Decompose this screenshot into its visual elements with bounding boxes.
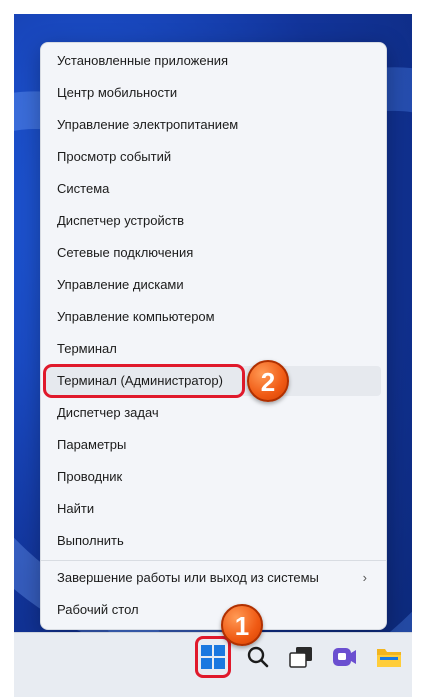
windows-start-icon[interactable] [201, 645, 225, 674]
menu-item-shutdown-signout[interactable]: Завершение работы или выход из системы › [45, 563, 381, 593]
menu-item-search[interactable]: Найти [45, 494, 381, 524]
chat-icon[interactable] [331, 645, 357, 674]
menu-item-terminal[interactable]: Терминал [45, 334, 381, 364]
highlight-outline-terminal-admin [43, 364, 245, 398]
menu-item-computer-management[interactable]: Управление компьютером [45, 302, 381, 332]
menu-item-event-viewer[interactable]: Просмотр событий [45, 142, 381, 172]
menu-item-installed-apps[interactable]: Установленные приложения [45, 46, 381, 76]
menu-item-file-explorer[interactable]: Проводник [45, 462, 381, 492]
menu-item-mobility-center[interactable]: Центр мобильности [45, 78, 381, 108]
search-icon[interactable] [246, 645, 270, 674]
menu-item-run[interactable]: Выполнить [45, 526, 381, 556]
step-badge-1: 1 [221, 604, 263, 646]
menu-item-device-manager[interactable]: Диспетчер устройств [45, 206, 381, 236]
menu-separator [41, 560, 386, 561]
menu-item-network-connections[interactable]: Сетевые подключения [45, 238, 381, 268]
menu-item-system[interactable]: Система [45, 174, 381, 204]
menu-item-task-manager[interactable]: Диспетчер задач [45, 398, 381, 428]
menu-item-settings[interactable]: Параметры [45, 430, 381, 460]
menu-item-desktop[interactable]: Рабочий стол [45, 595, 381, 625]
quick-link-menu: Установленные приложения Центр мобильнос… [40, 42, 387, 630]
task-view-icon[interactable] [288, 645, 314, 674]
menu-item-power-options[interactable]: Управление электропитанием [45, 110, 381, 140]
shutdown-label: Завершение работы или выход из системы [57, 570, 319, 585]
step-badge-2: 2 [247, 360, 289, 402]
screenshot-frame: Установленные приложения Центр мобильнос… [0, 0, 427, 697]
menu-item-disk-management[interactable]: Управление дисками [45, 270, 381, 300]
chevron-right-icon: › [362, 570, 367, 585]
file-explorer-icon[interactable] [375, 644, 403, 675]
